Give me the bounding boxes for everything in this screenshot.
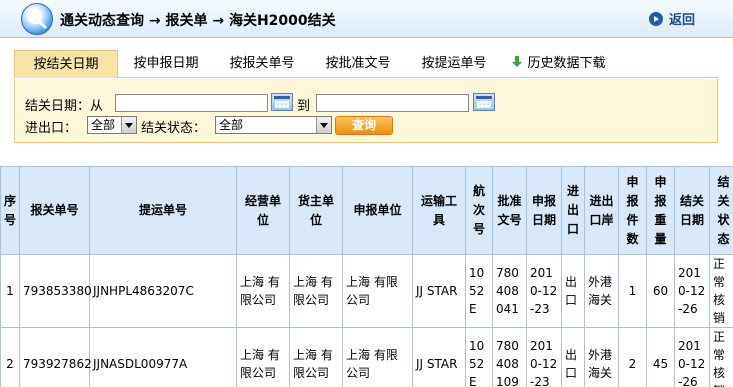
status-select[interactable]: 全部: [215, 116, 332, 134]
back-button[interactable]: 返回: [648, 9, 695, 28]
cell-pieces: 2: [618, 327, 647, 387]
cell-owner: 上海 有限公司: [289, 327, 343, 387]
cell-declare-date: 2010-12-23: [526, 327, 562, 387]
download-icon: [512, 56, 523, 68]
cell-port: 外港海关: [584, 254, 619, 328]
col-header-bill-no: 提运单号: [89, 166, 237, 255]
tab-close-date[interactable]: 按结关日期: [14, 50, 118, 78]
results-table: 序号 报关单号 提运单号 经营单位 货主单位 申报单位 运输工具 航次号 批准文…: [0, 166, 733, 387]
tab-bill-no[interactable]: 按提运单号: [406, 50, 502, 78]
cell-voyage: 1052E: [465, 254, 493, 328]
cell-close-date: 2010-12-26: [674, 254, 710, 328]
status-select-value: 全部: [219, 118, 244, 132]
cell-bill-no: JJNASDL00977A: [89, 327, 237, 387]
col-header-io: 进出口: [561, 166, 585, 255]
io-select-value: 全部: [91, 118, 116, 132]
io-label: 进出口：: [25, 121, 78, 136]
col-header-owner: 货主单位: [289, 166, 343, 255]
col-header-weight: 申报重量: [646, 166, 675, 255]
back-label: 返回: [668, 13, 695, 28]
cell-status: 正常核销: [709, 254, 733, 328]
cell-approval-no: 780408109: [492, 327, 527, 387]
col-header-operator: 经营单位: [236, 166, 290, 255]
cell-io: 出口: [561, 254, 585, 328]
table-row[interactable]: 2 793927862 JJNASDL00977A 上海 有限公司 上海 有限公…: [0, 327, 733, 387]
cell-pieces: 1: [618, 254, 647, 328]
date-to-input[interactable]: [316, 94, 469, 112]
cell-owner: 上海 有限公司: [289, 254, 343, 328]
col-header-transport: 运输工具: [412, 166, 466, 255]
tab-history-download-label: 历史数据下载: [527, 56, 606, 71]
cell-approval-no: 780408041: [492, 254, 527, 328]
cell-weight: 60: [646, 254, 675, 328]
cell-seq: 1: [0, 254, 20, 328]
cell-port: 外港海关: [584, 327, 619, 387]
col-header-declaration-no: 报关单号: [19, 166, 90, 255]
chevron-down-icon: [316, 117, 331, 133]
page-title: 通关动态查询 → 报关单 → 海关H2000结关: [60, 13, 336, 29]
cell-declaration-no: 793927862: [19, 327, 92, 387]
tab-history-download[interactable]: 历史数据下载: [504, 50, 614, 78]
header-bar: 通关动态查询 → 报关单 → 海关H2000结关 返回: [0, 0, 733, 38]
filter-panel: 结关日期：从 到 进出口： 全部 结关状态： 全部 查询: [14, 79, 718, 143]
tab-approval-no[interactable]: 按批准文号: [310, 50, 406, 78]
status-label: 结关状态：: [141, 121, 207, 136]
magnifier-logo-icon: [21, 3, 53, 35]
col-header-voyage: 航次号: [465, 166, 493, 255]
cell-io: 出口: [561, 327, 585, 387]
chevron-down-icon: [121, 117, 136, 133]
col-header-declarant: 申报单位: [342, 166, 413, 255]
query-button[interactable]: 查询: [335, 116, 393, 135]
cell-declaration-no: 793853380: [19, 254, 92, 328]
cell-bill-no: JJNHPL4863207C: [89, 254, 237, 328]
cell-transport: JJ STAR: [412, 327, 466, 387]
back-arrow-icon: [648, 11, 663, 26]
col-header-status: 结关状态: [709, 166, 733, 255]
cell-transport: JJ STAR: [412, 254, 466, 328]
cell-voyage: 1052E: [465, 327, 493, 387]
col-header-approval-no: 批准文号: [492, 166, 527, 255]
col-header-pieces: 申报件数: [618, 166, 647, 255]
cell-declarant: 上海 有限公司: [342, 327, 413, 387]
tab-declare-date[interactable]: 按申报日期: [118, 50, 214, 78]
table-row[interactable]: 1 793853380 JJNHPL4863207C 上海 有限公司 上海 有限…: [0, 254, 733, 328]
col-header-declare-date: 申报日期: [526, 166, 562, 255]
cell-close-date: 2010-12-26: [674, 327, 710, 387]
cell-operator: 上海 有限公司: [236, 327, 290, 387]
date-to-calendar-icon[interactable]: [473, 93, 495, 111]
date-from-label: 结关日期：从: [25, 99, 104, 114]
table-header-row: 序号 报关单号 提运单号 经营单位 货主单位 申报单位 运输工具 航次号 批准文…: [0, 166, 733, 255]
cell-operator: 上海 有限公司: [236, 254, 290, 328]
date-from-input[interactable]: [115, 94, 268, 112]
cell-weight: 45: [646, 327, 675, 387]
col-header-seq: 序号: [0, 166, 20, 255]
date-from-calendar-icon[interactable]: [271, 93, 293, 111]
cell-declarant: 上海 有限公司: [342, 254, 413, 328]
query-tabs: 按结关日期 按申报日期 按报关单号 按批准文号 按提运单号 历史数据下载: [14, 50, 718, 78]
date-to-label: 到: [297, 99, 311, 114]
tab-declaration-no[interactable]: 按报关单号: [214, 50, 310, 78]
cell-seq: 2: [0, 327, 20, 387]
io-select[interactable]: 全部: [87, 116, 137, 134]
cell-declare-date: 2010-12-23: [526, 254, 562, 328]
col-header-port: 进出口岸: [584, 166, 619, 255]
cell-status: 正常核销: [709, 327, 733, 387]
col-header-close-date: 结关日期: [674, 166, 710, 255]
